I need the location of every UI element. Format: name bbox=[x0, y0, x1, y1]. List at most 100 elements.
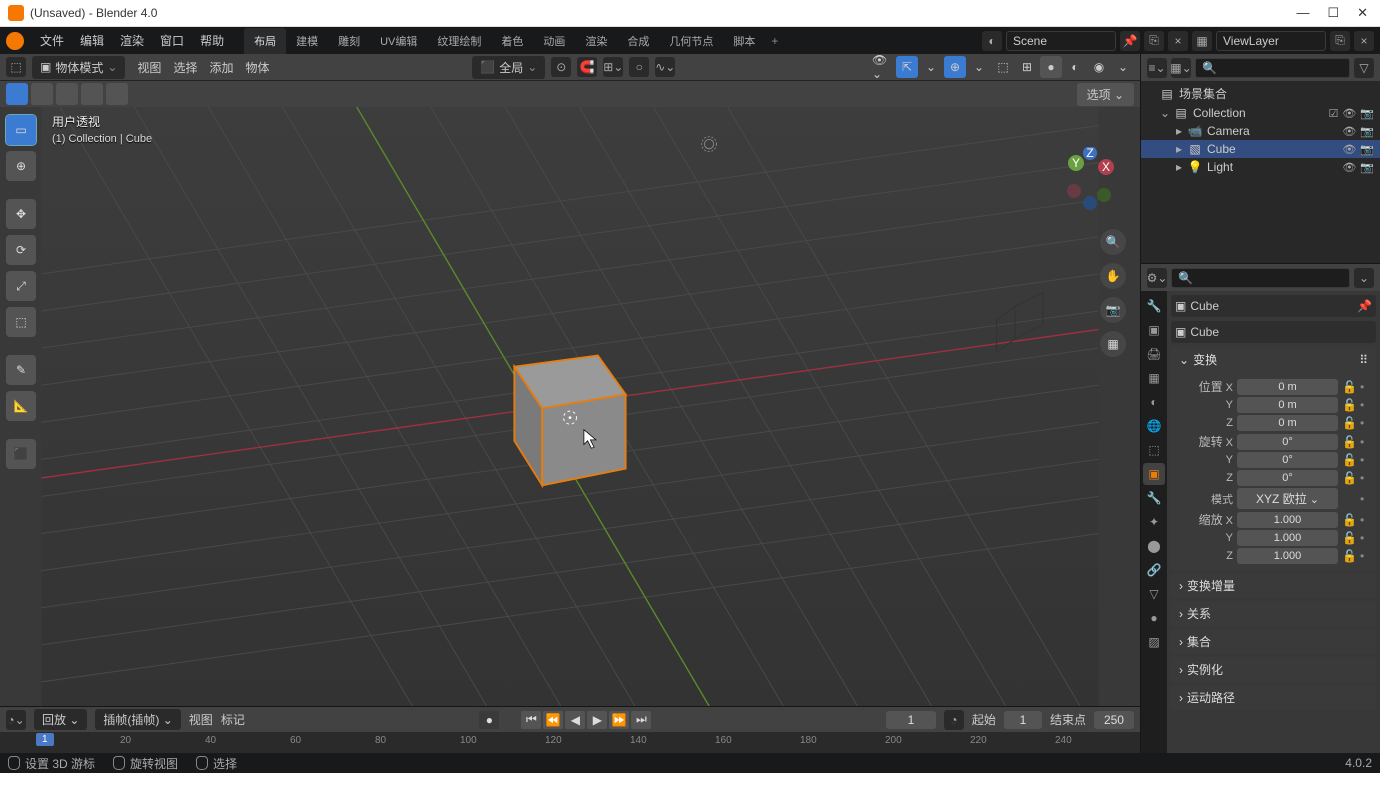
tab-scene[interactable]: ◐ bbox=[1143, 391, 1165, 413]
select-mode-invert[interactable] bbox=[81, 83, 103, 105]
close-button[interactable]: ✕ bbox=[1357, 5, 1368, 21]
material-shading-icon[interactable]: ◐ bbox=[1064, 56, 1086, 78]
add-cube-tool[interactable]: ⬛ bbox=[6, 439, 36, 469]
workspace-tab[interactable]: 渲染 bbox=[575, 28, 617, 54]
workspace-tab[interactable]: 建模 bbox=[286, 28, 328, 54]
frame-popup-icon[interactable]: ◔ bbox=[944, 710, 964, 730]
app-logo-icon[interactable] bbox=[6, 32, 24, 50]
tab-modifiers[interactable]: 🔧 bbox=[1143, 487, 1165, 509]
workspace-tab[interactable]: 着色 bbox=[491, 28, 533, 54]
camera-view-icon[interactable]: 📷 bbox=[1100, 297, 1126, 323]
tab-constraints[interactable]: 🔗 bbox=[1143, 559, 1165, 581]
delete-scene-icon[interactable]: × bbox=[1168, 31, 1188, 51]
annotate-tool[interactable]: ✎ bbox=[6, 355, 36, 385]
play-reverse-icon[interactable]: ◀ bbox=[565, 711, 585, 729]
shading-dropdown-icon[interactable]: ⌄ bbox=[1112, 56, 1134, 78]
minimize-button[interactable]: — bbox=[1296, 5, 1309, 21]
gizmo-toggle-icon[interactable]: ⇱ bbox=[896, 56, 918, 78]
props-breadcrumb[interactable]: ▣ Cube📌 bbox=[1171, 295, 1376, 317]
panel-instancing-header[interactable]: › 实例化 bbox=[1171, 657, 1376, 682]
scale-y-field[interactable]: 1.000 bbox=[1237, 530, 1338, 546]
panel-delta-header[interactable]: › 变换增量 bbox=[1171, 573, 1376, 598]
tab-world[interactable]: 🌐 bbox=[1143, 415, 1165, 437]
snap-icon[interactable]: 🧲 bbox=[577, 57, 597, 77]
vp-menu[interactable]: 视图 bbox=[131, 58, 167, 78]
props-editor-type-icon[interactable]: ⚙⌄ bbox=[1147, 268, 1167, 288]
tree-row[interactable]: ⌄▤Collection☑👁📷 bbox=[1141, 104, 1380, 122]
menu-窗口[interactable]: 窗口 bbox=[152, 30, 192, 52]
scene-name-field[interactable]: Scene bbox=[1006, 31, 1116, 51]
rendered-shading-icon[interactable]: ◉ bbox=[1088, 56, 1110, 78]
wireframe-shading-icon[interactable]: ⊞ bbox=[1016, 56, 1038, 78]
tab-data[interactable]: ▽ bbox=[1143, 583, 1165, 605]
transform-tool[interactable]: ⬚ bbox=[6, 307, 36, 337]
lock-icon[interactable]: 🔓 bbox=[1342, 380, 1356, 394]
tab-render[interactable]: ▣ bbox=[1143, 319, 1165, 341]
workspace-tab[interactable]: 布局 bbox=[244, 28, 286, 54]
solid-shading-icon[interactable]: ● bbox=[1040, 56, 1062, 78]
gizmo-dropdown-icon[interactable]: ⌄ bbox=[920, 56, 942, 78]
timeline-view-menu[interactable]: 视图 bbox=[189, 711, 213, 728]
workspace-tab[interactable]: 脚本 bbox=[723, 28, 765, 54]
workspace-tab[interactable]: 几何节点 bbox=[659, 28, 723, 54]
options-dropdown[interactable]: 选项 ⌄ bbox=[1077, 83, 1134, 106]
select-mode-tweak[interactable] bbox=[6, 83, 28, 105]
panel-motion-header[interactable]: › 运动路径 bbox=[1171, 685, 1376, 710]
menu-渲染[interactable]: 渲染 bbox=[112, 30, 152, 52]
panel-collections-header[interactable]: › 集合 bbox=[1171, 629, 1376, 654]
props-search-input[interactable] bbox=[1171, 268, 1350, 288]
pivot-icon[interactable]: ⊙ bbox=[551, 57, 571, 77]
editor-type-icon[interactable]: ⬚ bbox=[6, 57, 26, 77]
tab-viewlayer[interactable]: ▦ bbox=[1143, 367, 1165, 389]
overlay-dropdown-icon[interactable]: ⌄ bbox=[968, 56, 990, 78]
tree-row[interactable]: ▤场景集合 bbox=[1141, 83, 1380, 104]
scale-x-field[interactable]: 1.000 bbox=[1237, 512, 1338, 528]
nav-gizmo[interactable]: X Y Z bbox=[1058, 147, 1122, 214]
outliner-filter-icon[interactable]: ▽ bbox=[1354, 58, 1374, 78]
move-tool[interactable]: ✥ bbox=[6, 199, 36, 229]
vp-menu[interactable]: 选择 bbox=[167, 58, 203, 78]
props-name-field[interactable]: ▣ Cube bbox=[1171, 321, 1376, 343]
tree-row[interactable]: ▸💡Light👁📷 bbox=[1141, 158, 1380, 176]
timeline-ruler[interactable]: 1 20406080100120140160180200220240 bbox=[0, 732, 1140, 753]
vp-menu[interactable]: 添加 bbox=[203, 58, 239, 78]
visibility-icon[interactable]: 👁⌄ bbox=[872, 56, 894, 78]
workspace-tab[interactable]: 纹理绘制 bbox=[427, 28, 491, 54]
cursor-tool[interactable]: ⊕ bbox=[6, 151, 36, 181]
menu-编辑[interactable]: 编辑 bbox=[72, 30, 112, 52]
scene-browse-icon[interactable]: ◐ bbox=[982, 31, 1002, 51]
end-frame-field[interactable]: 250 bbox=[1094, 711, 1134, 729]
tree-row[interactable]: ▸📹Camera👁📷 bbox=[1141, 122, 1380, 140]
workspace-tab[interactable]: 雕刻 bbox=[328, 28, 370, 54]
overlay-toggle-icon[interactable]: ⊕ bbox=[944, 56, 966, 78]
rot-y-field[interactable]: 0° bbox=[1237, 452, 1338, 468]
viewport-3d[interactable]: ▭ ⊕ ✥ ⟳ ⤢ ⬚ ✎ 📐 ⬛ 用户透视 (1) Collection | … bbox=[0, 107, 1140, 706]
loc-x-field[interactable]: 0 m bbox=[1237, 379, 1338, 395]
tab-object[interactable]: ▣ bbox=[1143, 463, 1165, 485]
play-icon[interactable]: ▶ bbox=[587, 711, 607, 729]
zoom-icon[interactable]: 🔍 bbox=[1100, 229, 1126, 255]
autokey-icon[interactable]: ● bbox=[479, 711, 499, 729]
mode-dropdown[interactable]: ▣ 物体模式 ⌄ bbox=[32, 56, 125, 79]
proportional-dropdown-icon[interactable]: ∿⌄ bbox=[655, 57, 675, 77]
loc-y-field[interactable]: 0 m bbox=[1237, 397, 1338, 413]
menu-文件[interactable]: 文件 bbox=[32, 30, 72, 52]
tab-texture[interactable]: ▨ bbox=[1143, 631, 1165, 653]
workspace-tab[interactable]: 动画 bbox=[533, 28, 575, 54]
workspace-tab[interactable]: UV编辑 bbox=[370, 28, 427, 54]
new-viewlayer-icon[interactable]: ⎘ bbox=[1330, 31, 1350, 51]
current-frame-field[interactable]: 1 bbox=[886, 711, 936, 729]
tab-material[interactable]: ● bbox=[1143, 607, 1165, 629]
proportional-icon[interactable]: ○ bbox=[629, 57, 649, 77]
rot-x-field[interactable]: 0° bbox=[1237, 434, 1338, 450]
playhead[interactable]: 1 bbox=[36, 733, 54, 746]
tab-collection[interactable]: ⬚ bbox=[1143, 439, 1165, 461]
viewlayer-field[interactable]: ViewLayer bbox=[1216, 31, 1326, 51]
orientation-dropdown[interactable]: ⬛ 全局 ⌄ bbox=[472, 56, 545, 79]
snap-dropdown-icon[interactable]: ⊞⌄ bbox=[603, 57, 623, 77]
pin-scene-icon[interactable]: 📌 bbox=[1120, 31, 1140, 51]
new-scene-icon[interactable]: ⎘ bbox=[1144, 31, 1164, 51]
scale-z-field[interactable]: 1.000 bbox=[1237, 548, 1338, 564]
loc-z-field[interactable]: 0 m bbox=[1237, 415, 1338, 431]
keyframe-next-icon[interactable]: ⏩ bbox=[609, 711, 629, 729]
